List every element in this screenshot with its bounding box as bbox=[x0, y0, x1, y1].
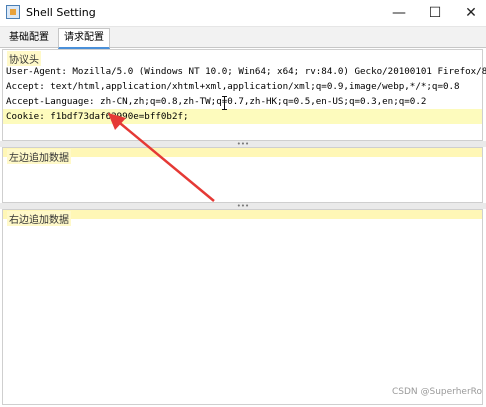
minimize-button[interactable]: — bbox=[382, 0, 416, 26]
title-bar: Shell Setting — ☐ ✕ bbox=[0, 0, 486, 27]
tab-bar: 基础配置 请求配置 bbox=[0, 27, 486, 49]
header-line-cookie: Cookie: f1bdf73daf62990e=bff0b2f; bbox=[3, 109, 482, 124]
watermark: CSDN @SuperherRo bbox=[391, 387, 482, 397]
window-title: Shell Setting bbox=[26, 6, 96, 19]
tab-request-config[interactable]: 请求配置 bbox=[58, 28, 110, 49]
tab-basic-config[interactable]: 基础配置 bbox=[4, 29, 54, 47]
close-button[interactable]: ✕ bbox=[454, 0, 486, 26]
header-line-accept: Accept: text/html,application/xhtml+xml,… bbox=[6, 81, 460, 92]
headers-textarea[interactable]: 协议头 User-Agent: Mozilla/5.0 (Windows NT … bbox=[2, 49, 486, 141]
maximize-button[interactable]: ☐ bbox=[418, 0, 452, 26]
right-append-legend: 右边追加数据 bbox=[7, 211, 71, 226]
text-cursor-icon bbox=[222, 96, 228, 110]
header-line-user-agent: User-Agent: Mozilla/5.0 (Windows NT 10.0… bbox=[6, 66, 486, 77]
left-append-textarea[interactable]: 左边追加数据 bbox=[2, 147, 483, 203]
right-append-textarea[interactable]: 右边追加数据 bbox=[2, 209, 483, 405]
header-line-accept-language: Accept-Language: zh-CN,zh;q=0.8,zh-TW;q=… bbox=[6, 96, 427, 107]
java-app-icon bbox=[6, 5, 20, 19]
left-append-legend: 左边追加数据 bbox=[7, 149, 71, 164]
